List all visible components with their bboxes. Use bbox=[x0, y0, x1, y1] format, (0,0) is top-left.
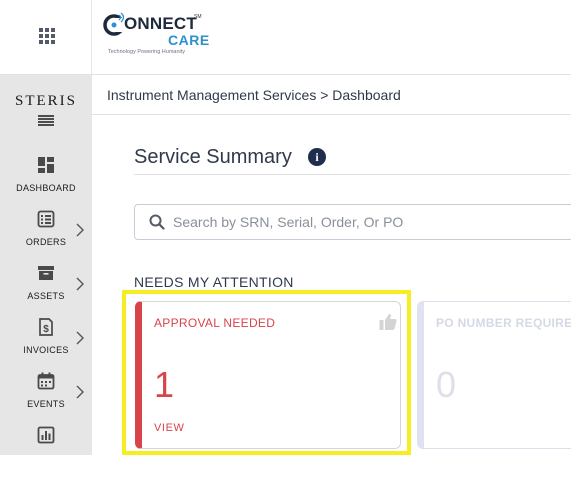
breadcrumb-text[interactable]: Instrument Management Services > Dashboa… bbox=[107, 87, 401, 103]
top-bar: ONNECT SM CARE Technology Powering Human… bbox=[0, 0, 571, 75]
search-box bbox=[134, 204, 571, 240]
page-title: Service Summary bbox=[134, 146, 292, 168]
connect-logo-mark-icon bbox=[103, 12, 126, 36]
reports-icon bbox=[37, 426, 55, 444]
po-number-required-card[interactable]: PO NUMBER REQUIRED 0 bbox=[417, 301, 571, 449]
steris-logo-icon bbox=[38, 115, 54, 126]
dashboard-icon bbox=[38, 157, 54, 173]
svg-text:$: $ bbox=[43, 324, 49, 335]
invoices-icon: $ bbox=[39, 318, 53, 336]
sidebar-item-label: DASHBOARD bbox=[16, 183, 76, 193]
breadcrumb: Instrument Management Services > Dashboa… bbox=[92, 75, 571, 115]
chevron-right-icon[interactable] bbox=[74, 331, 86, 345]
sidebar-item-orders[interactable]: ORDERS bbox=[0, 209, 92, 263]
title-divider bbox=[134, 174, 571, 175]
sidebar-item-dashboard[interactable]: DASHBOARD bbox=[0, 155, 92, 209]
chevron-right-icon[interactable] bbox=[74, 277, 86, 291]
steris-brand: STERIS bbox=[14, 93, 77, 109]
connectcare-logo[interactable]: ONNECT SM CARE Technology Powering Human… bbox=[102, 10, 212, 62]
sidebar-item-label: ASSETS bbox=[27, 291, 65, 301]
logo-tagline: Technology Powering Humanity bbox=[108, 49, 186, 55]
assets-icon bbox=[38, 266, 54, 280]
sidebar: STERIS DASHBOARD ORDERS ASSETS $ INVOICE… bbox=[0, 75, 92, 455]
logo-care-text: CARE bbox=[168, 32, 210, 48]
logo-connect-text: ONNECT bbox=[124, 14, 197, 33]
events-icon bbox=[37, 372, 55, 390]
orders-icon bbox=[37, 210, 55, 228]
info-icon[interactable]: i bbox=[308, 148, 326, 166]
highlight-box bbox=[122, 290, 411, 455]
sidebar-item-events[interactable]: EVENTS bbox=[0, 371, 92, 425]
sidebar-item-label: EVENTS bbox=[27, 399, 65, 409]
sidebar-item-invoices[interactable]: $ INVOICES bbox=[0, 317, 92, 371]
sidebar-item-reports[interactable] bbox=[0, 425, 92, 479]
sidebar-item-label: ORDERS bbox=[25, 237, 67, 247]
search-icon bbox=[149, 214, 165, 230]
card-count: 0 bbox=[436, 364, 457, 405]
apps-grid-icon[interactable] bbox=[35, 24, 59, 48]
card-title: PO NUMBER REQUIRED bbox=[436, 316, 571, 330]
search-input[interactable] bbox=[173, 211, 563, 233]
chevron-right-icon[interactable] bbox=[74, 385, 86, 399]
sidebar-item-assets[interactable]: ASSETS bbox=[0, 263, 92, 317]
chevron-right-icon[interactable] bbox=[74, 223, 86, 237]
section-heading: NEEDS MY ATTENTION bbox=[134, 274, 294, 290]
logo-service-mark: SM bbox=[194, 14, 202, 20]
sidebar-item-label: INVOICES bbox=[23, 345, 69, 355]
